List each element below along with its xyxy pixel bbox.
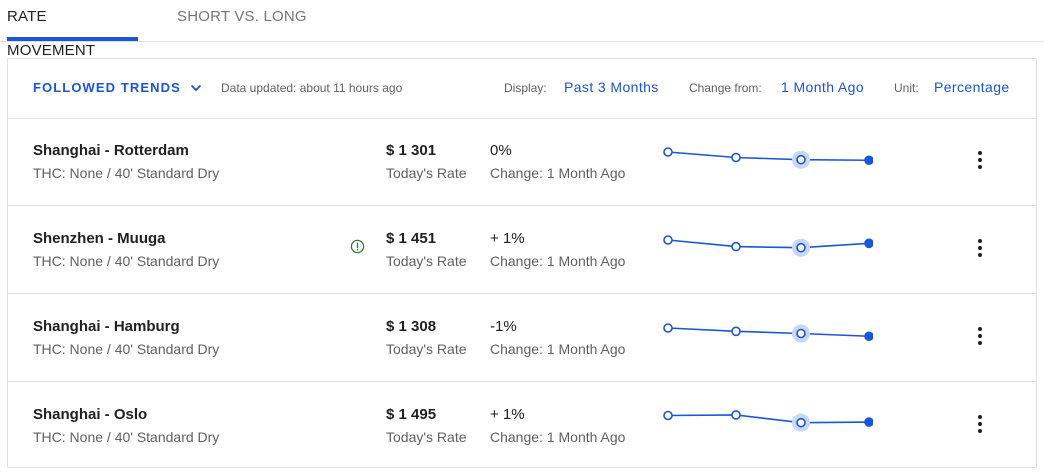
trend-sparkline bbox=[663, 410, 873, 432]
route-name: Shanghai - Hamburg bbox=[33, 318, 180, 335]
tab-short-vs-long[interactable]: SHORT VS. LONG bbox=[177, 0, 307, 40]
change-label: Change: 1 Month Ago bbox=[490, 253, 626, 269]
more-options-icon[interactable] bbox=[970, 148, 990, 172]
trends-panel: FOLLOWED TRENDS Data updated: about 11 h… bbox=[7, 58, 1037, 468]
sparkline-path bbox=[667, 414, 870, 424]
sparkline-point bbox=[663, 235, 673, 245]
route-details: THC: None / 40' Standard Dry bbox=[33, 253, 220, 269]
followed-trends-dropdown[interactable]: FOLLOWED TRENDS bbox=[33, 80, 203, 95]
sparkline-point bbox=[796, 417, 806, 428]
change-value: -1% bbox=[490, 318, 517, 335]
tab-label: RATE MOVEMENT bbox=[7, 8, 96, 59]
sparkline-point bbox=[663, 410, 673, 421]
tab-label: SHORT VS. LONG bbox=[177, 8, 307, 25]
trend-sparkline bbox=[663, 323, 873, 343]
sparkline-path bbox=[667, 327, 870, 338]
route-details: THC: None / 40' Standard Dry bbox=[33, 341, 220, 357]
change-value: 0% bbox=[490, 142, 512, 159]
panel-header: FOLLOWED TRENDS Data updated: about 11 h… bbox=[8, 59, 1036, 119]
route-name: Shanghai - Oslo bbox=[33, 406, 148, 423]
sparkline-point bbox=[796, 154, 806, 165]
alert-circle-icon[interactable] bbox=[350, 239, 365, 254]
more-options-icon[interactable] bbox=[970, 412, 990, 436]
today-rate-value: $ 1 301 bbox=[386, 142, 437, 159]
trend-row[interactable]: Shanghai - Rotterdam THC: None / 40' Sta… bbox=[8, 118, 1036, 206]
data-updated-text: Data updated: about 11 hours ago bbox=[221, 81, 403, 95]
trend-sparkline bbox=[663, 147, 873, 169]
change-label: Change: 1 Month Ago bbox=[490, 341, 626, 357]
change-label: Change: 1 Month Ago bbox=[490, 165, 626, 181]
route-name: Shenzhen - Muuga bbox=[33, 230, 166, 247]
sparkline-point bbox=[731, 152, 741, 163]
change-from-value-button[interactable]: 1 Month Ago bbox=[781, 79, 864, 95]
today-rate-value: $ 1 495 bbox=[386, 406, 437, 423]
unit-label: Unit: bbox=[894, 81, 919, 95]
trend-row[interactable]: Shanghai - Oslo THC: None / 40' Standard… bbox=[8, 382, 1036, 470]
active-tab-indicator bbox=[7, 37, 138, 41]
followed-trends-label: FOLLOWED TRENDS bbox=[33, 80, 181, 95]
today-rate-value: $ 1 451 bbox=[386, 230, 437, 247]
today-rate-label: Today's Rate bbox=[386, 429, 467, 445]
sparkline-point bbox=[864, 417, 873, 427]
today-rate-label: Today's Rate bbox=[386, 253, 467, 269]
sparkline-point bbox=[731, 241, 741, 252]
sparkline-path bbox=[667, 151, 870, 162]
tab-rate-movement[interactable]: RATE MOVEMENT bbox=[7, 0, 138, 59]
route-details: THC: None / 40' Standard Dry bbox=[33, 429, 220, 445]
sparkline-point bbox=[796, 328, 806, 339]
sparkline-point bbox=[796, 242, 806, 253]
change-value: + 1% bbox=[490, 230, 525, 247]
today-rate-label: Today's Rate bbox=[386, 341, 467, 357]
today-rate-label: Today's Rate bbox=[386, 165, 467, 181]
more-options-icon[interactable] bbox=[970, 324, 990, 348]
change-value: + 1% bbox=[490, 406, 525, 423]
sparkline-point bbox=[864, 155, 873, 166]
display-label: Display: bbox=[504, 81, 547, 95]
trend-row[interactable]: Shanghai - Hamburg THC: None / 40' Stand… bbox=[8, 294, 1036, 382]
trend-sparkline bbox=[663, 235, 873, 257]
display-value-button[interactable]: Past 3 Months bbox=[564, 79, 659, 95]
sparkline-point bbox=[864, 331, 873, 342]
sparkline-path bbox=[667, 239, 870, 249]
route-name: Shanghai - Rotterdam bbox=[33, 142, 189, 159]
sparkline-point bbox=[663, 147, 673, 157]
change-label: Change: 1 Month Ago bbox=[490, 429, 626, 445]
sparkline-point bbox=[731, 326, 741, 337]
sparkline-point bbox=[663, 323, 673, 333]
sparkline-point bbox=[864, 238, 873, 249]
route-details: THC: None / 40' Standard Dry bbox=[33, 165, 220, 181]
today-rate-value: $ 1 308 bbox=[386, 318, 437, 335]
unit-value-button[interactable]: Percentage bbox=[934, 79, 1010, 95]
sparkline-point bbox=[731, 410, 741, 420]
more-options-icon[interactable] bbox=[970, 236, 990, 260]
tab-bar: RATE MOVEMENT SHORT VS. LONG bbox=[0, 0, 1044, 59]
trend-row[interactable]: Shenzhen - Muuga THC: None / 40' Standar… bbox=[8, 206, 1036, 294]
chevron-down-icon bbox=[191, 84, 201, 91]
change-from-label: Change from: bbox=[689, 81, 762, 95]
